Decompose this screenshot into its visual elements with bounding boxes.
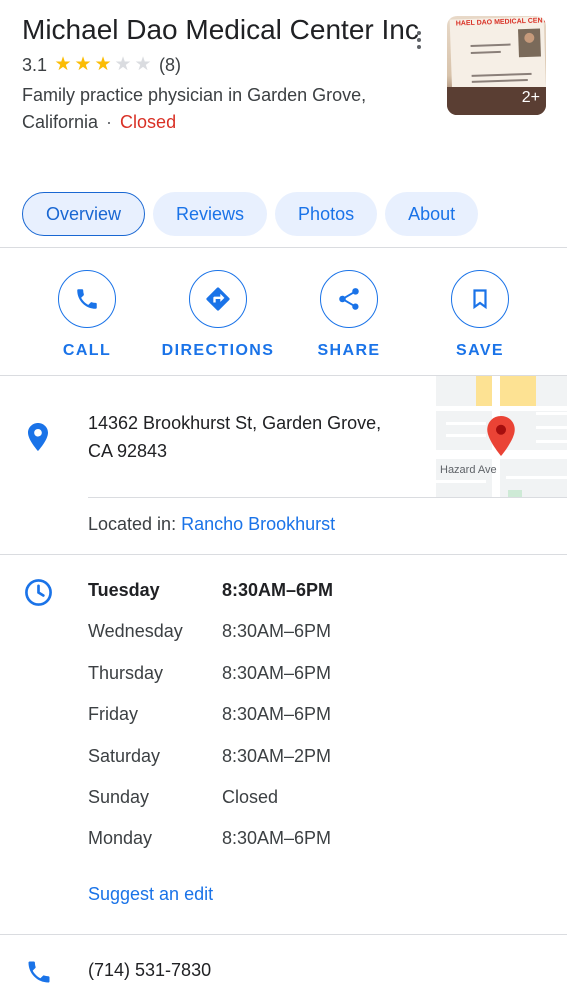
hours-row: Monday 8:30AM–6PM [88,828,333,869]
tab-bar: Overview Reviews Photos About [22,192,479,236]
save-label: SAVE [456,342,504,359]
star-empty-icon: ★ [134,54,152,75]
hours-day: Thursday [88,662,164,683]
call-label: CALL [62,342,112,359]
address[interactable]: 14362 Brookhurst St, Garden Grove, CA 92… [88,409,418,465]
photo-count: 2+ [521,89,540,106]
tab-photos[interactable]: Photos [275,192,378,236]
rating-row[interactable]: 3.1 ★ ★ ★ ★ ★ (8) [22,52,422,78]
address-line-1: 14362 Brookhurst St, Garden Grove, [88,413,382,433]
hours-time: 8:30AM–2PM [222,745,332,766]
hours-time: 8:30AM–6PM [222,662,332,683]
hours-row: Thursday 8:30AM–6PM [88,663,333,704]
separator-dot: · [106,112,113,132]
tab-about[interactable]: About [385,192,479,236]
tab-overview[interactable]: Overview [22,192,146,236]
share-label: SHARE [317,342,381,359]
map-pin-icon [487,416,515,456]
rating-value: 3.1 [22,54,48,75]
share-icon [339,288,359,310]
tab-reviews[interactable]: Reviews [153,192,268,236]
location-pin-icon [28,423,48,451]
phone-icon [77,289,97,309]
hours-day: Saturday [88,745,161,766]
hours-day: Wednesday [88,621,183,642]
directions-button[interactable]: DIRECTIONS [153,270,283,360]
located-in-link[interactable]: Rancho Brookhurst [181,514,335,534]
directions-icon [206,287,230,311]
divider [88,497,567,498]
opening-hours[interactable]: Tuesday 8:30AM–6PM Wednesday 8:30AM–6PM … [88,580,333,870]
save-button[interactable]: SAVE [415,270,545,360]
star-empty-icon: ★ [114,54,132,75]
map-thumbnail[interactable]: Hazard Ave [436,376,567,497]
place-photo-thumbnail[interactable]: HAEL DAO MEDICAL CENTER 2+ [447,16,546,115]
hours-day: Sunday [88,786,150,807]
action-buttons: CALL DIRECTIONS SHARE SAVE [0,270,567,360]
hours-row: Friday 8:30AM–6PM [88,704,333,745]
hours-day: Tuesday [88,580,160,600]
business-card-text: HAEL DAO MEDICAL CENTER [455,16,546,28]
address-line-2: CA 92843 [88,441,168,461]
hours-row: Wednesday 8:30AM–6PM [88,621,333,662]
hours-row: Sunday Closed [88,787,333,828]
map-street-label: Hazard Ave [440,464,497,476]
hours-time: 8:30AM–6PM [222,704,332,725]
directions-label: DIRECTIONS [161,342,275,359]
hours-row: Saturday 8:30AM–2PM [88,746,333,787]
rating-stars: ★ ★ ★ ★ ★ [53,55,153,75]
call-button[interactable]: CALL [22,270,152,360]
star-full-icon: ★ [54,54,72,75]
clock-icon [25,579,52,606]
suggest-edit-link[interactable]: Suggest an edit [88,884,213,905]
located-in-label: Located in: [88,514,177,534]
located-in: Located in: Rancho Brookhurst [88,514,335,535]
open-status: Closed [120,112,177,132]
share-button[interactable]: SHARE [284,270,414,360]
star-full-icon: ★ [94,54,112,75]
hours-time: 8:30AM–6PM [222,621,332,642]
divider [0,247,567,248]
star-full-icon: ★ [74,54,92,75]
review-count: (8) [159,54,182,75]
place-title: Michael Dao Medical Center Inc [22,14,419,45]
hours-day: Monday [88,828,153,849]
phone-number[interactable]: (714) 531-7830 [88,960,211,981]
bookmark-icon [473,289,487,310]
divider [0,934,567,935]
hours-day: Friday [88,704,139,725]
more-options-icon[interactable] [410,26,428,54]
divider [0,554,567,555]
hours-time: 8:30AM–6PM [222,828,332,849]
phone-icon [28,961,50,983]
hours-time: Closed [222,786,279,807]
hours-time: 8:30AM–6PM [222,580,334,600]
place-category: Family practice physician in Garden Grov… [22,85,367,132]
category-line: Family practice physician in Garden Grov… [22,82,422,136]
hours-row-today: Tuesday 8:30AM–6PM [88,580,333,621]
place-header: Michael Dao Medical Center Inc 3.1 ★ ★ ★… [22,12,422,136]
